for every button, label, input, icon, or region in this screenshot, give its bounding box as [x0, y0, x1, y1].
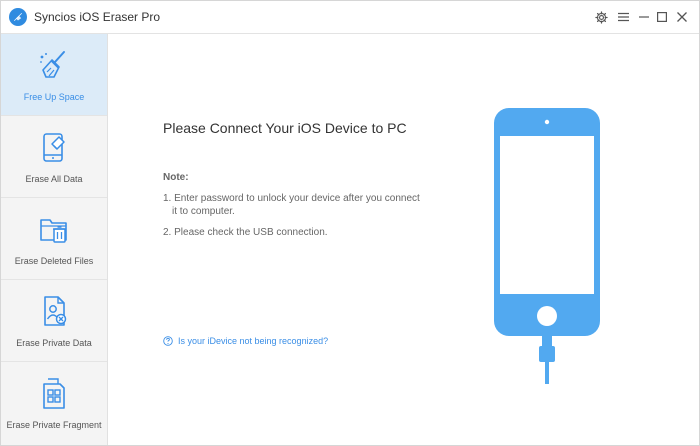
title-bar: Syncios iOS Eraser Pro: [1, 1, 699, 34]
note-item: 2. Please check the USB connection.: [163, 226, 433, 239]
sidebar-item-erase-deleted-files[interactable]: Erase Deleted Files: [1, 198, 107, 280]
sidebar-item-free-up-space[interactable]: Free Up Space: [1, 34, 107, 116]
note-item-line: 1. Enter password to unlock your device …: [163, 193, 420, 204]
sidebar-item-erase-private-fragment[interactable]: Erase Private Fragment: [1, 362, 107, 444]
page-title: Please Connect Your iOS Device to PC: [163, 120, 407, 136]
close-button[interactable]: [674, 9, 690, 25]
gear-icon: [594, 10, 608, 24]
sidebar-item-label: Erase Private Fragment: [6, 420, 102, 430]
maximize-icon: [657, 12, 667, 22]
sidebar-item-erase-private-data[interactable]: Erase Private Data: [1, 280, 107, 362]
broom-icon: [40, 51, 65, 78]
phone-erase-icon: [43, 133, 65, 162]
app-title: Syncios iOS Eraser Pro: [34, 10, 161, 24]
sidebar-item-erase-all-data[interactable]: Erase All Data: [1, 116, 107, 198]
note-list: 1. Enter password to unlock your device …: [163, 192, 433, 247]
question-circle-icon: [163, 336, 173, 346]
note-item-line: it to computer.: [172, 206, 235, 217]
app-window: Syncios iOS Eraser Pro Free Up Space Era…: [0, 0, 700, 446]
minimize-button[interactable]: [636, 9, 652, 25]
fragment-grid-icon: [43, 378, 65, 409]
note-item: 1. Enter password to unlock your device …: [163, 192, 433, 218]
close-icon: [677, 12, 687, 22]
note-title: Note:: [163, 172, 189, 183]
folder-trash-icon: [40, 219, 67, 243]
app-logo-icon: [9, 8, 27, 26]
minimize-icon: [639, 16, 649, 18]
sidebar-item-label: Erase Deleted Files: [14, 256, 94, 266]
device-not-recognized-link[interactable]: Is your iDevice not being recognized?: [163, 336, 328, 346]
maximize-button[interactable]: [654, 9, 670, 25]
sidebar: Free Up Space Erase All Data Erase Delet…: [1, 34, 108, 445]
note-item-line: 2. Please check the USB connection.: [163, 227, 328, 238]
sidebar-item-label: Free Up Space: [23, 92, 85, 102]
sidebar-item-label: Erase All Data: [25, 174, 83, 184]
sidebar-item-label: Erase Private Data: [16, 338, 92, 348]
main-panel: Please Connect Your iOS Device to PC Not…: [108, 34, 699, 445]
menu-button[interactable]: [615, 9, 631, 25]
help-link-label: Is your iDevice not being recognized?: [178, 336, 329, 346]
private-document-icon: [44, 296, 67, 326]
iphone-illustration: [494, 108, 600, 384]
hamburger-menu-icon: [617, 12, 629, 22]
settings-button[interactable]: [593, 9, 609, 25]
